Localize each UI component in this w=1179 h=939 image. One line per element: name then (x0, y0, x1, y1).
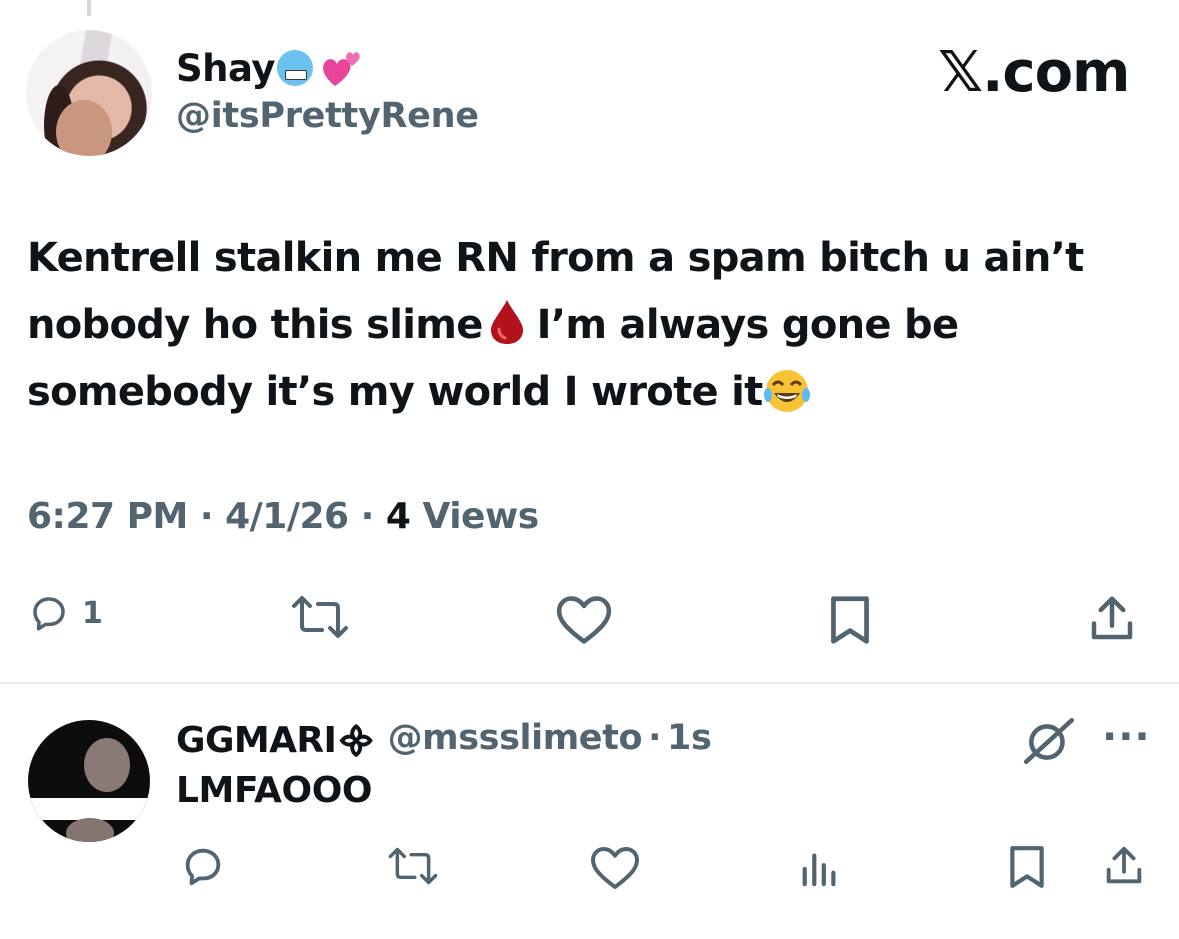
repost-icon (292, 596, 348, 638)
x-watermark: 𝕏.com (938, 40, 1130, 105)
cold-face-emoji-icon (276, 50, 313, 86)
author-handle[interactable]: @itsPrettyRene (176, 96, 479, 136)
grok-button[interactable] (1022, 716, 1076, 766)
analytics-icon (802, 853, 836, 887)
author-name-row[interactable]: Shay (176, 42, 365, 94)
reply-author-row: GGMARI᯽ @mssslimeto · 1s (176, 714, 712, 763)
meta-separator: · (360, 496, 375, 537)
avatar-face (66, 818, 114, 842)
thread-connector-line (87, 0, 91, 16)
like-button[interactable] (554, 594, 614, 646)
reply-author-avatar[interactable] (28, 720, 150, 842)
reply-text: LMFAOOO (176, 770, 373, 811)
repost-icon (388, 847, 438, 885)
author-avatar[interactable] (26, 30, 152, 156)
reply-button[interactable]: 1 (28, 592, 103, 634)
author-display-name[interactable]: Shay (176, 47, 275, 90)
two-hearts-icon (323, 52, 360, 86)
tweet-meta: 6:27 PM · 4/1/26 · 4 Views (27, 496, 539, 537)
reply-like-button[interactable] (589, 845, 641, 891)
reply-icon (33, 597, 65, 631)
tweet-line: nobody ho this slime I’m always gone be (27, 292, 1152, 359)
tweet-divider (0, 682, 1179, 684)
reply-separator: · (648, 718, 662, 758)
reply-icon (185, 848, 221, 886)
avatar-face (84, 738, 130, 792)
grok-icon (1023, 717, 1075, 765)
avatar-band (28, 798, 150, 820)
reply-handle[interactable]: @mssslimeto (388, 718, 643, 758)
views-count[interactable]: 4 (386, 496, 411, 537)
meta-separator: · (199, 496, 214, 537)
bookmark-icon (831, 596, 869, 644)
reply-share-button[interactable] (1100, 843, 1148, 889)
tweet-text-segment: nobody ho this slime (27, 302, 483, 348)
repost-button[interactable] (288, 594, 352, 640)
reply-views-button[interactable] (798, 846, 842, 888)
tweet-time[interactable]: 6:27 PM (27, 496, 188, 537)
share-button[interactable] (1084, 592, 1140, 646)
reply-time[interactable]: 1s (667, 718, 712, 758)
bookmark-button[interactable] (824, 594, 876, 646)
tweet-text-segment: somebody it’s my world I wrote it (27, 369, 763, 415)
bookmark-icon (1010, 846, 1044, 888)
tweet-date[interactable]: 4/1/26 (225, 496, 349, 537)
more-options-icon[interactable]: ··· (1102, 717, 1151, 757)
reply-repost-button[interactable] (385, 846, 441, 886)
tweet-line: somebody it’s my world I wrote it (27, 359, 1152, 426)
avatar-face (56, 100, 112, 156)
heart-icon (556, 596, 612, 644)
views-label[interactable]: Views (422, 496, 539, 537)
reply-bookmark-button[interactable] (1004, 844, 1050, 890)
reply-count: 1 (82, 595, 103, 631)
tweet-text: Kentrell stalkin me RN from a spam bitch… (27, 225, 1152, 426)
share-icon (1091, 596, 1133, 640)
drop-of-blood-icon (490, 300, 523, 344)
heart-icon (591, 847, 639, 889)
tweet-line: Kentrell stalkin me RN from a spam bitch… (27, 235, 1084, 281)
reply-display-name[interactable]: GGMARI᯽ (176, 714, 376, 763)
reply-reply-button[interactable] (180, 843, 226, 889)
share-icon (1106, 846, 1142, 884)
tears-of-joy-icon (763, 370, 810, 412)
tweet-text-segment: I’m always gone be (536, 302, 959, 348)
